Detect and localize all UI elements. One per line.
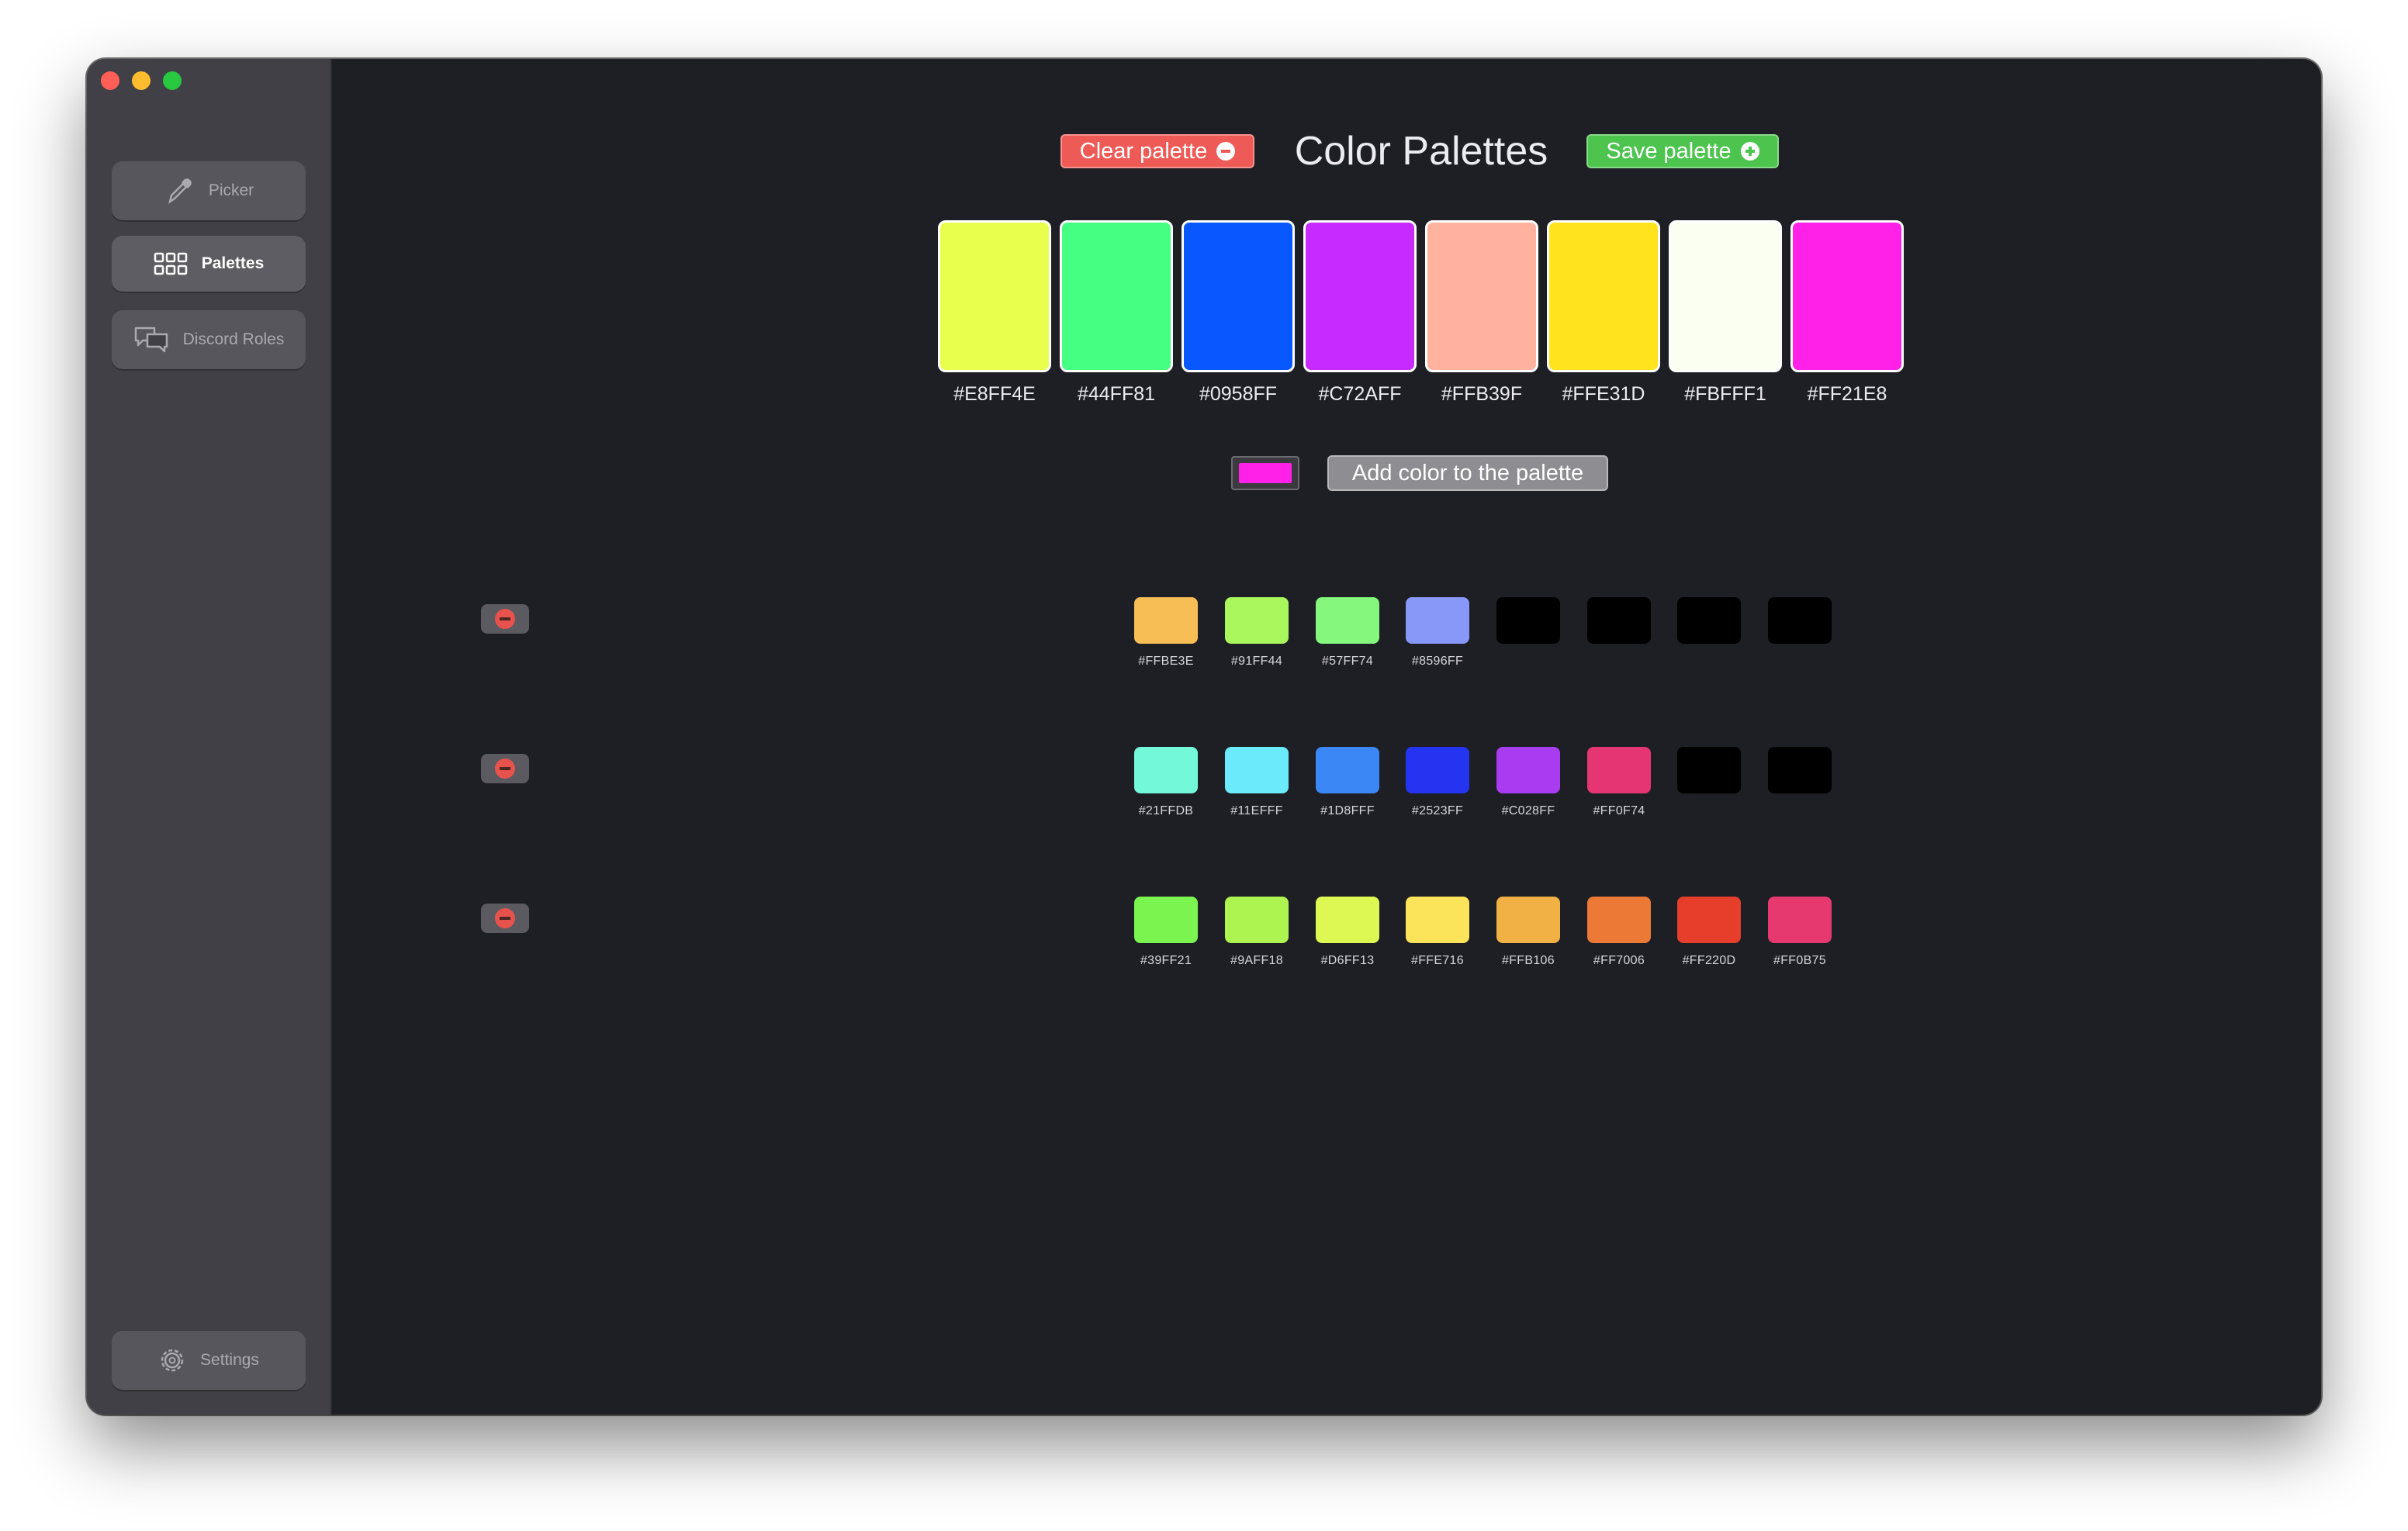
color-well-fill bbox=[1239, 463, 1292, 483]
eyedropper-icon bbox=[164, 175, 195, 206]
saved-swatch[interactable] bbox=[1225, 747, 1289, 793]
saved-swatch-hex: #1D8FFF bbox=[1320, 804, 1375, 817]
saved-swatch-hex: #FFBE3E bbox=[1138, 655, 1194, 668]
app-window: Picker Palettes Discord Roles Settings C… bbox=[87, 59, 2321, 1415]
saved-swatch-hex: #D6FF13 bbox=[1320, 954, 1375, 967]
clear-palette-button[interactable]: Clear palette bbox=[1060, 134, 1254, 168]
saved-swatch-hex: #57FF74 bbox=[1321, 655, 1374, 668]
sidebar-item-settings[interactable]: Settings bbox=[112, 1331, 306, 1390]
minus-circle-icon bbox=[495, 609, 515, 629]
saved-swatch[interactable] bbox=[1768, 597, 1832, 644]
clear-palette-label: Clear palette bbox=[1079, 138, 1208, 164]
saved-swatch-hex: #2523FF bbox=[1411, 804, 1464, 817]
plus-circle-icon bbox=[1740, 142, 1759, 161]
sidebar-item-label: Discord Roles bbox=[182, 330, 285, 348]
palette-swatch[interactable] bbox=[1425, 220, 1538, 372]
saved-swatch[interactable] bbox=[1225, 897, 1289, 943]
saved-swatch[interactable] bbox=[1768, 747, 1832, 793]
saved-swatch-hex: #FFB106 bbox=[1502, 954, 1555, 967]
sidebar-item-label: Picker bbox=[208, 181, 254, 199]
saved-swatch-hex: #FF220D bbox=[1682, 954, 1736, 967]
minus-circle-icon bbox=[1216, 142, 1236, 161]
palette-swatch-hex: #FF21E8 bbox=[1807, 383, 1887, 405]
grid-icon bbox=[154, 252, 188, 275]
saved-swatch[interactable] bbox=[1677, 897, 1741, 943]
palette-swatch-hex: #C72AFF bbox=[1318, 383, 1402, 405]
add-color-button[interactable]: Add color to the palette bbox=[1327, 455, 1608, 491]
saved-swatch[interactable] bbox=[1587, 597, 1651, 644]
palette-swatch-hex: #44FF81 bbox=[1077, 383, 1156, 405]
save-palette-label: Save palette bbox=[1606, 138, 1732, 164]
page-title: Color Palettes bbox=[1294, 129, 1548, 174]
saved-swatch-hex: #FFE716 bbox=[1411, 954, 1464, 967]
gear-icon bbox=[158, 1346, 186, 1374]
palette-swatch[interactable] bbox=[1182, 220, 1295, 372]
saved-swatch[interactable] bbox=[1134, 897, 1198, 943]
sidebar-item-discord-roles[interactable]: Discord Roles bbox=[112, 310, 306, 369]
saved-swatch[interactable] bbox=[1587, 897, 1651, 943]
minus-circle-icon bbox=[495, 908, 515, 928]
saved-swatch[interactable] bbox=[1768, 897, 1832, 943]
close-window-button[interactable] bbox=[101, 71, 119, 90]
remove-palette-button[interactable] bbox=[481, 904, 529, 933]
saved-swatch-hex: #FF7006 bbox=[1593, 954, 1645, 967]
saved-swatch[interactable] bbox=[1496, 747, 1560, 793]
palette-swatch[interactable] bbox=[1547, 220, 1660, 372]
palette-swatch[interactable] bbox=[1060, 220, 1173, 372]
settings-label: Settings bbox=[200, 1351, 259, 1369]
saved-swatch-hex: #39FF21 bbox=[1140, 954, 1192, 967]
saved-swatch[interactable] bbox=[1406, 597, 1469, 644]
saved-swatch-hex: #8596FF bbox=[1411, 655, 1464, 668]
saved-swatch[interactable] bbox=[1677, 597, 1741, 644]
saved-swatch-hex: #91FF44 bbox=[1230, 655, 1283, 668]
palette-swatch-hex: #FFE31D bbox=[1562, 383, 1645, 405]
remove-palette-button[interactable] bbox=[481, 754, 529, 783]
saved-swatch[interactable] bbox=[1406, 897, 1469, 943]
saved-swatch[interactable] bbox=[1496, 897, 1560, 943]
sidebar: Picker Palettes Discord Roles Settings bbox=[87, 59, 332, 1415]
palette-swatch[interactable] bbox=[1669, 220, 1782, 372]
saved-swatch[interactable] bbox=[1406, 747, 1469, 793]
minus-circle-icon bbox=[495, 759, 515, 779]
sidebar-item-label: Palettes bbox=[201, 254, 265, 272]
color-well[interactable] bbox=[1231, 456, 1299, 490]
saved-swatch[interactable] bbox=[1496, 597, 1560, 644]
palette-swatch[interactable] bbox=[1303, 220, 1417, 372]
saved-swatch[interactable] bbox=[1316, 747, 1379, 793]
palette-swatch-hex: #FBFFF1 bbox=[1684, 383, 1766, 405]
palette-swatch-hex: #FFB39F bbox=[1441, 383, 1523, 405]
sidebar-item-palettes[interactable]: Palettes bbox=[112, 236, 306, 292]
zoom-window-button[interactable] bbox=[163, 71, 182, 90]
saved-swatch[interactable] bbox=[1134, 747, 1198, 793]
saved-swatch-hex: #11EFFF bbox=[1230, 804, 1283, 817]
saved-swatch[interactable] bbox=[1134, 597, 1198, 644]
saved-swatch[interactable] bbox=[1677, 747, 1741, 793]
sidebar-item-picker[interactable]: Picker bbox=[112, 161, 306, 220]
saved-swatch-hex: #FF0B75 bbox=[1773, 954, 1826, 967]
chat-bubbles-icon bbox=[133, 325, 169, 354]
saved-swatch-hex: #21FFDB bbox=[1138, 804, 1194, 817]
saved-swatch-hex: #FF0F74 bbox=[1593, 804, 1645, 817]
main-content: Clear palette Color Palettes Save palett… bbox=[332, 59, 2321, 1415]
palette-swatch[interactable] bbox=[938, 220, 1051, 372]
save-palette-button[interactable]: Save palette bbox=[1586, 134, 1779, 168]
saved-swatch[interactable] bbox=[1316, 897, 1379, 943]
saved-swatch-hex: #C028FF bbox=[1501, 804, 1555, 817]
saved-swatch[interactable] bbox=[1316, 597, 1379, 644]
remove-palette-button[interactable] bbox=[481, 604, 529, 634]
minimize-window-button[interactable] bbox=[132, 71, 150, 90]
palette-swatch-hex: #E8FF4E bbox=[953, 383, 1036, 405]
palette-swatch-hex: #0958FF bbox=[1199, 383, 1278, 405]
saved-swatch-hex: #9AFF18 bbox=[1230, 954, 1283, 967]
palette-swatch[interactable] bbox=[1790, 220, 1904, 372]
saved-swatch[interactable] bbox=[1587, 747, 1651, 793]
saved-swatch[interactable] bbox=[1225, 597, 1289, 644]
